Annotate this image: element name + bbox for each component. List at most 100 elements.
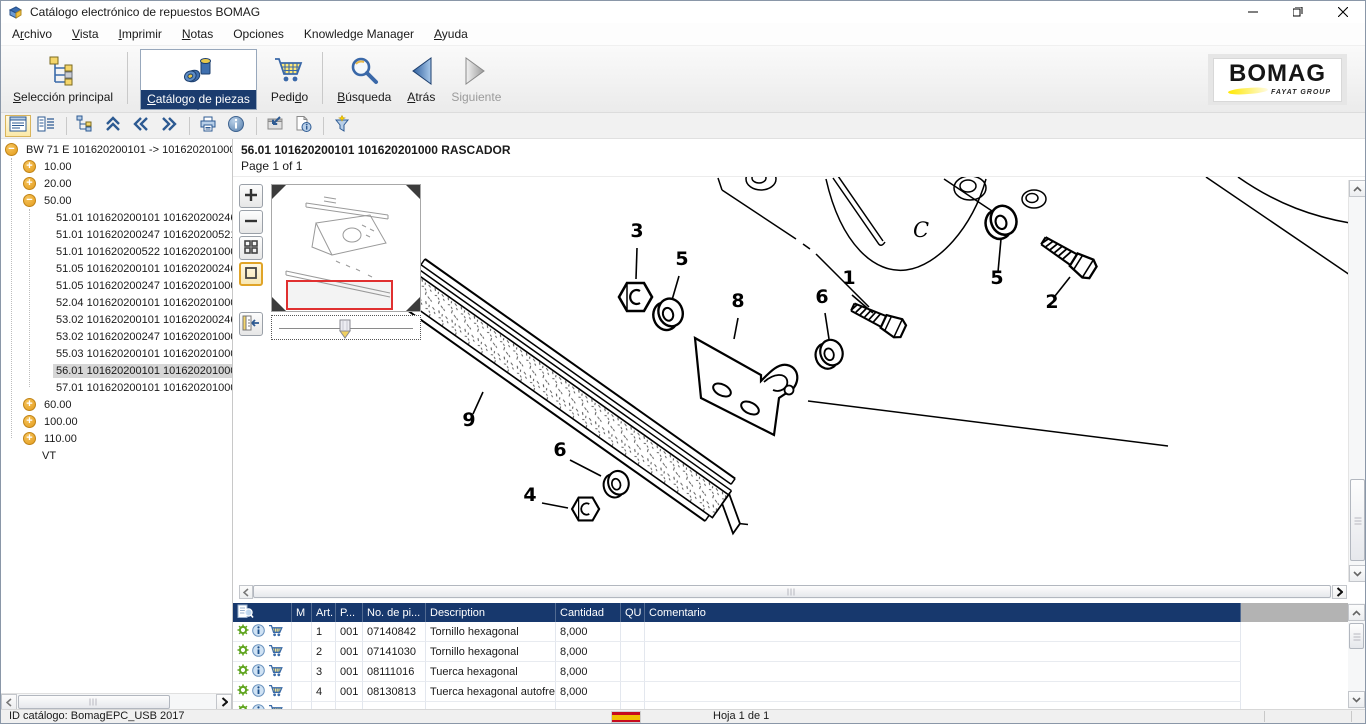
tree-item[interactable]: 56.01 101620200101 101620201000 <box>1 362 232 379</box>
column-header-qu[interactable]: QU <box>621 603 645 622</box>
tree-item[interactable]: +10.00 <box>1 158 232 175</box>
scroll-right-button[interactable] <box>1332 585 1347 599</box>
cart-icon[interactable] <box>268 664 284 680</box>
scroll-up-button[interactable] <box>1349 180 1365 197</box>
collapse-all-button[interactable] <box>100 115 126 137</box>
b-squeda-button[interactable]: Búsqueda <box>329 50 399 107</box>
row-info-icon[interactable] <box>252 644 265 660</box>
tree-item[interactable]: 53.02 101620200101 101620200246 <box>1 311 232 328</box>
table-row[interactable] <box>233 702 1350 709</box>
selecci-n-principal-button[interactable]: Selección principal <box>5 50 121 107</box>
tree-item[interactable]: 57.01 101620200101 101620201000 <box>1 379 232 396</box>
gear-icon[interactable] <box>237 624 249 639</box>
scroll-left-button[interactable] <box>1 694 17 709</box>
menu-item-ayuda[interactable]: Ayuda <box>424 23 478 45</box>
tree-item[interactable]: 51.01 101620200522 101620201000 <box>1 243 232 260</box>
menu-item-knowledge-manager[interactable]: Knowledge Manager <box>294 23 424 45</box>
resize-corner-icon[interactable] <box>272 185 286 199</box>
column-header-m[interactable]: M <box>292 603 312 622</box>
row-info-icon[interactable] <box>252 684 265 700</box>
scroll-up-button[interactable] <box>1348 604 1365 621</box>
row-info-icon[interactable] <box>252 624 265 640</box>
tree-item[interactable]: +20.00 <box>1 175 232 192</box>
scroll-thumb[interactable] <box>253 585 1331 598</box>
column-header-description[interactable]: Description <box>426 603 556 622</box>
print-button[interactable] <box>195 115 221 137</box>
table-row[interactable]: 400108130813Tuerca hexagonal autofrer8,0… <box>233 682 1350 702</box>
expand-icon[interactable]: + <box>23 160 36 173</box>
tree-item[interactable]: VT <box>1 447 232 464</box>
filter-button[interactable] <box>329 115 355 137</box>
siguiente-button[interactable]: Siguiente <box>443 50 509 107</box>
cat-logo-de-piezas-button[interactable]: Catálogo de piezas <box>140 49 257 110</box>
tree-item[interactable]: +60.00 <box>1 396 232 413</box>
tree-item[interactable]: 51.01 101620200101 101620200246 <box>1 209 232 226</box>
pedido-button[interactable]: Pedido <box>263 50 316 107</box>
scroll-left-button[interactable] <box>239 585 253 599</box>
export-button[interactable] <box>262 115 288 137</box>
zoom-slider-handle[interactable] <box>338 319 352 342</box>
diagram-horizontal-scrollbar[interactable] <box>239 585 1347 599</box>
scroll-thumb[interactable] <box>18 695 170 709</box>
tree-view-button[interactable] <box>72 115 98 137</box>
zoom-slider[interactable] <box>271 315 421 340</box>
close-button[interactable] <box>1320 1 1365 23</box>
scroll-down-button[interactable] <box>1349 565 1365 582</box>
gear-icon[interactable] <box>237 664 249 679</box>
tree-item[interactable]: 51.05 101620200101 101620200246 <box>1 260 232 277</box>
menu-item-archivo[interactable]: Archivo <box>2 23 62 45</box>
tree-item[interactable]: −50.00 <box>1 192 232 209</box>
tree-item[interactable]: +100.00 <box>1 413 232 430</box>
scroll-thumb[interactable] <box>1349 623 1364 649</box>
overview-grid-button[interactable] <box>239 236 263 260</box>
collapse-icon[interactable]: − <box>23 194 36 207</box>
table-vertical-scrollbar[interactable] <box>1348 603 1365 709</box>
expand-icon[interactable]: + <box>23 177 36 190</box>
tree-item[interactable]: 55.03 101620200101 101620201000 <box>1 345 232 362</box>
table-row[interactable]: 300108111016Tuerca hexagonal8,000 <box>233 662 1350 682</box>
resize-corner-icon[interactable] <box>406 297 420 311</box>
table-row[interactable]: 200107141030Tornillo hexagonal8,000 <box>233 642 1350 662</box>
column-header-p[interactable]: P... <box>336 603 363 622</box>
column-header-cantidad[interactable]: Cantidad <box>556 603 621 622</box>
scroll-thumb[interactable] <box>1350 479 1365 561</box>
menu-item-opciones[interactable]: Opciones <box>223 23 294 45</box>
collapse-icon[interactable]: − <box>5 143 18 156</box>
diagram-vertical-scrollbar[interactable] <box>1348 180 1365 582</box>
tree-horizontal-scrollbar[interactable] <box>1 693 232 709</box>
expand-icon[interactable]: + <box>23 415 36 428</box>
tree-item[interactable]: −BW 71 E 101620200101 -> 101620201000 <box>1 141 232 158</box>
minimize-button[interactable] <box>1230 1 1275 23</box>
columns-view-button[interactable] <box>33 115 59 137</box>
tree-item[interactable]: 52.04 101620200101 101620201000 <box>1 294 232 311</box>
column-header-comentario[interactable]: Comentario <box>645 603 1241 622</box>
zoom-selection-button[interactable] <box>239 262 263 286</box>
navigator-thumbnail[interactable] <box>271 184 421 312</box>
panel-toggle-button[interactable] <box>239 312 263 336</box>
cart-icon[interactable] <box>268 684 284 700</box>
zoom-in-button[interactable] <box>239 184 263 208</box>
zoom-out-button[interactable] <box>239 210 263 234</box>
tree-item[interactable]: 51.05 101620200247 101620201000 <box>1 277 232 294</box>
viewport-rectangle[interactable] <box>286 280 393 310</box>
menu-item-notas[interactable]: Notas <box>172 23 223 45</box>
restore-button[interactable] <box>1275 1 1320 23</box>
cart-icon[interactable] <box>268 644 284 660</box>
row-info-icon[interactable] <box>252 664 265 680</box>
atr-s-button[interactable]: Atrás <box>399 50 443 107</box>
tree-item[interactable]: 51.01 101620200247 101620200521 <box>1 226 232 243</box>
menu-item-imprimir[interactable]: Imprimir <box>109 23 172 45</box>
details-view-button[interactable] <box>5 115 31 137</box>
resize-corner-icon[interactable] <box>406 185 420 199</box>
expand-icon[interactable]: + <box>23 398 36 411</box>
document-info-button[interactable] <box>290 115 316 137</box>
cart-icon[interactable] <box>268 624 284 640</box>
expand-icon[interactable]: + <box>23 432 36 445</box>
column-header-no-de-pi[interactable]: No. de pi... <box>363 603 426 622</box>
column-header-art[interactable]: Art. <box>312 603 336 622</box>
table-row[interactable]: 100107140842Tornillo hexagonal8,000 <box>233 622 1350 642</box>
scroll-right-button[interactable] <box>216 694 232 709</box>
gear-icon[interactable] <box>237 684 249 699</box>
resize-corner-icon[interactable] <box>272 297 286 311</box>
tree-item[interactable]: 53.02 101620200247 101620201000 <box>1 328 232 345</box>
